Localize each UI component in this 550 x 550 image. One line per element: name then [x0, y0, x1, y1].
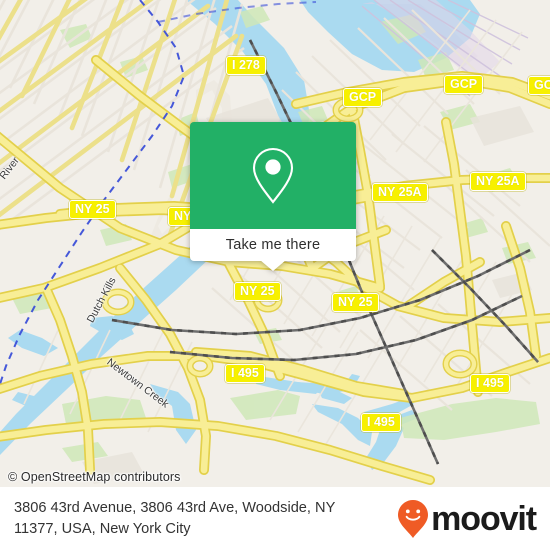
moovit-pin-smiley-icon [398, 499, 429, 538]
map-canvas[interactable]: River Dutch Kills Newtown Creek I 278 GCP GC… [0, 0, 550, 487]
shield-gcp-1: GCP [343, 88, 383, 107]
moovit-logo[interactable]: moovit [397, 499, 537, 539]
shield-ny-25-3: NY 25 [234, 282, 281, 301]
moovit-wordmark: moovit [431, 499, 537, 538]
map-pin-icon [252, 147, 294, 204]
address-line-1: 3806 43rd Avenue, 3806 43rd Ave, Woodsid… [14, 499, 336, 516]
address-line-2: 11377, USA, New York City [14, 520, 191, 537]
address-block: 3806 43rd Avenue, 3806 43rd Ave, Woodsid… [14, 498, 335, 540]
take-me-there-button[interactable]: Take me there [190, 229, 356, 261]
callout-tail [260, 260, 286, 271]
shield-i-495-3: I 495 [361, 413, 401, 432]
shield-ny-25a-1: NY 25A [372, 183, 428, 202]
footer-bar: 3806 43rd Avenue, 3806 43rd Ave, Woodsid… [0, 487, 550, 550]
shield-ny-25-4: NY 25 [332, 293, 379, 312]
shield-ny-25a-2: NY 25A [470, 172, 526, 191]
callout-header [190, 122, 356, 229]
shield-i-495-2: I 495 [470, 374, 510, 393]
shield-i-278: I 278 [226, 56, 266, 75]
shield-i-495-1: I 495 [225, 364, 265, 383]
shield-ny-25-1: NY 25 [69, 200, 116, 219]
moovit-map-screenshot: River Dutch Kills Newtown Creek I 278 GCP GC… [0, 0, 550, 550]
location-callout[interactable]: Take me there [190, 122, 356, 271]
shield-gcp-3: GCP [528, 76, 550, 95]
shield-gcp-2: GCP [444, 75, 484, 94]
osm-attribution[interactable]: © OpenStreetMap contributors [8, 470, 181, 484]
